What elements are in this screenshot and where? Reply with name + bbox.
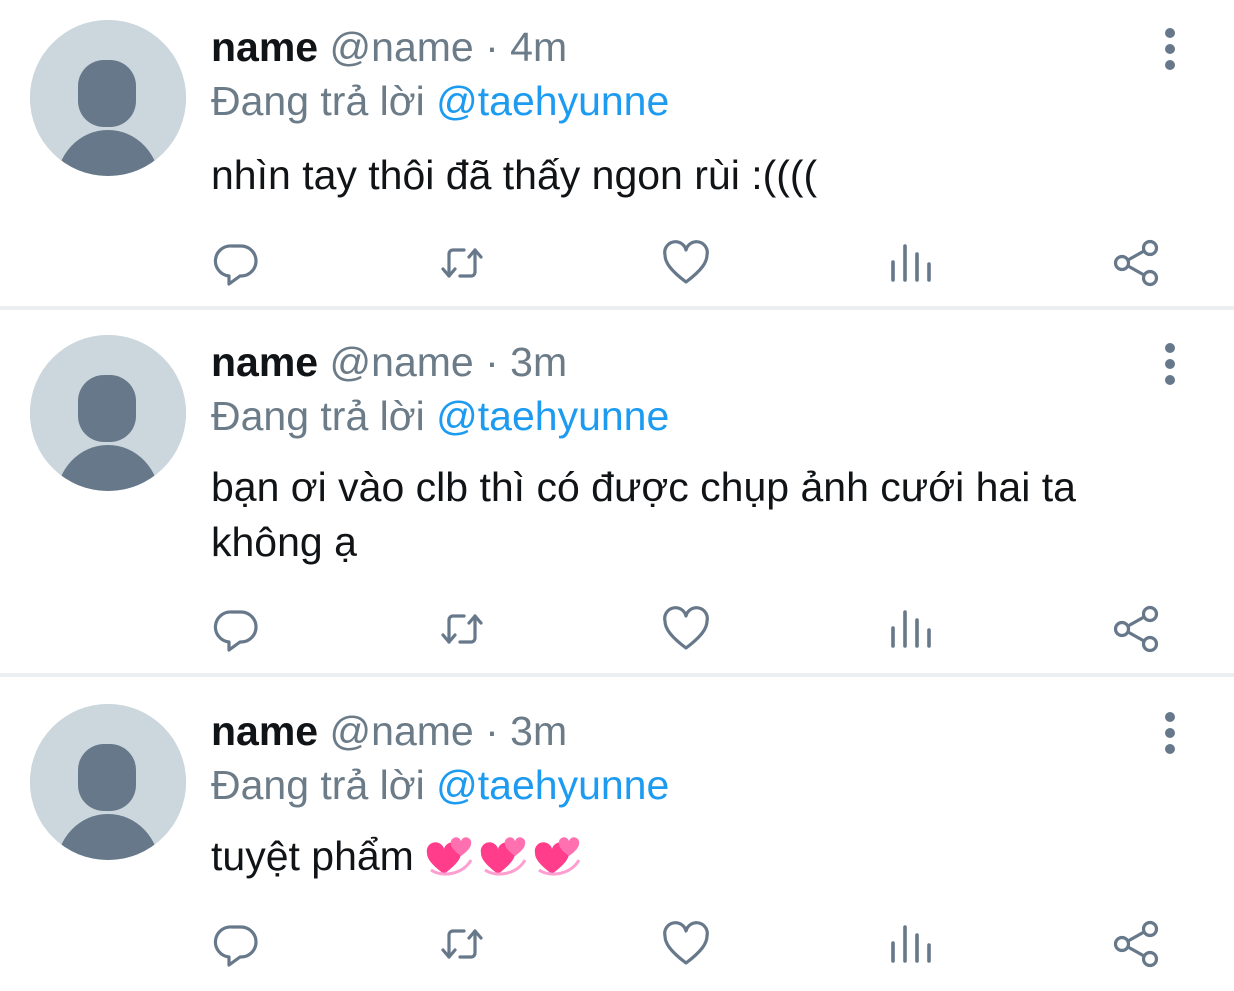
retweet-icon[interactable] [437,604,487,654]
revolving-hearts-icon [533,834,583,876]
reply-prefix: Đang trả lời [211,762,425,808]
reply-context: Đang trả lời @taehyunne [211,761,669,809]
tweet[interactable]: name @name · 3m Đang trả lời @taehyunne … [0,677,1234,991]
reply-context: Đang trả lời @taehyunne [211,392,669,440]
display-name[interactable]: name [211,339,318,385]
tweet[interactable]: name @name · 3m Đang trả lời @taehyunne … [0,310,1234,673]
more-options-icon[interactable] [1152,27,1188,71]
action-bar [0,604,1234,654]
tweet-text-content: tuyệt phẩm [211,833,414,879]
reply-icon[interactable] [212,238,262,288]
tweet-header: name @name · 3m [211,338,567,386]
tweet-header: name @name · 3m [211,707,567,755]
separator-dot: · [485,339,499,385]
avatar[interactable] [30,704,186,860]
tweet-text: tuyệt phẩm [211,829,1191,884]
share-icon[interactable] [1111,238,1161,288]
reply-icon[interactable] [212,604,262,654]
reply-mention[interactable]: @taehyunne [436,78,669,124]
timestamp[interactable]: 3m [510,708,567,754]
reply-context: Đang trả lời @taehyunne [211,77,669,125]
separator-dot: · [485,24,499,70]
like-icon[interactable] [661,238,711,288]
reply-prefix: Đang trả lời [211,393,425,439]
reply-icon[interactable] [212,919,262,969]
analytics-icon[interactable] [885,604,935,654]
analytics-icon[interactable] [885,238,935,288]
retweet-icon[interactable] [437,919,487,969]
avatar[interactable] [30,20,186,176]
retweet-icon[interactable] [437,238,487,288]
more-options-icon[interactable] [1152,342,1188,386]
tweet[interactable]: name @name · 4m Đang trả lời @taehyunne … [0,0,1234,306]
like-icon[interactable] [661,919,711,969]
action-bar [0,919,1234,969]
user-handle[interactable]: @name [330,339,474,385]
reply-mention[interactable]: @taehyunne [436,762,669,808]
timestamp[interactable]: 3m [510,339,567,385]
separator-dot: · [485,708,499,754]
reply-mention[interactable]: @taehyunne [436,393,669,439]
display-name[interactable]: name [211,708,318,754]
reply-prefix: Đang trả lời [211,78,425,124]
avatar[interactable] [30,335,186,491]
revolving-hearts-icon [425,834,475,876]
more-options-icon[interactable] [1152,711,1188,755]
revolving-hearts-icon [479,834,529,876]
action-bar [0,238,1234,288]
tweet-text: nhìn tay thôi đã thấy ngon rùi :(((( [211,152,818,198]
like-icon[interactable] [661,604,711,654]
user-handle[interactable]: @name [330,24,474,70]
timestamp[interactable]: 4m [510,24,567,70]
tweet-text: bạn ơi vào clb thì có được chụp ảnh cưới… [211,464,1076,565]
display-name[interactable]: name [211,24,318,70]
user-handle[interactable]: @name [330,708,474,754]
analytics-icon[interactable] [885,919,935,969]
tweet-header: name @name · 4m [211,23,567,71]
share-icon[interactable] [1111,604,1161,654]
share-icon[interactable] [1111,919,1161,969]
